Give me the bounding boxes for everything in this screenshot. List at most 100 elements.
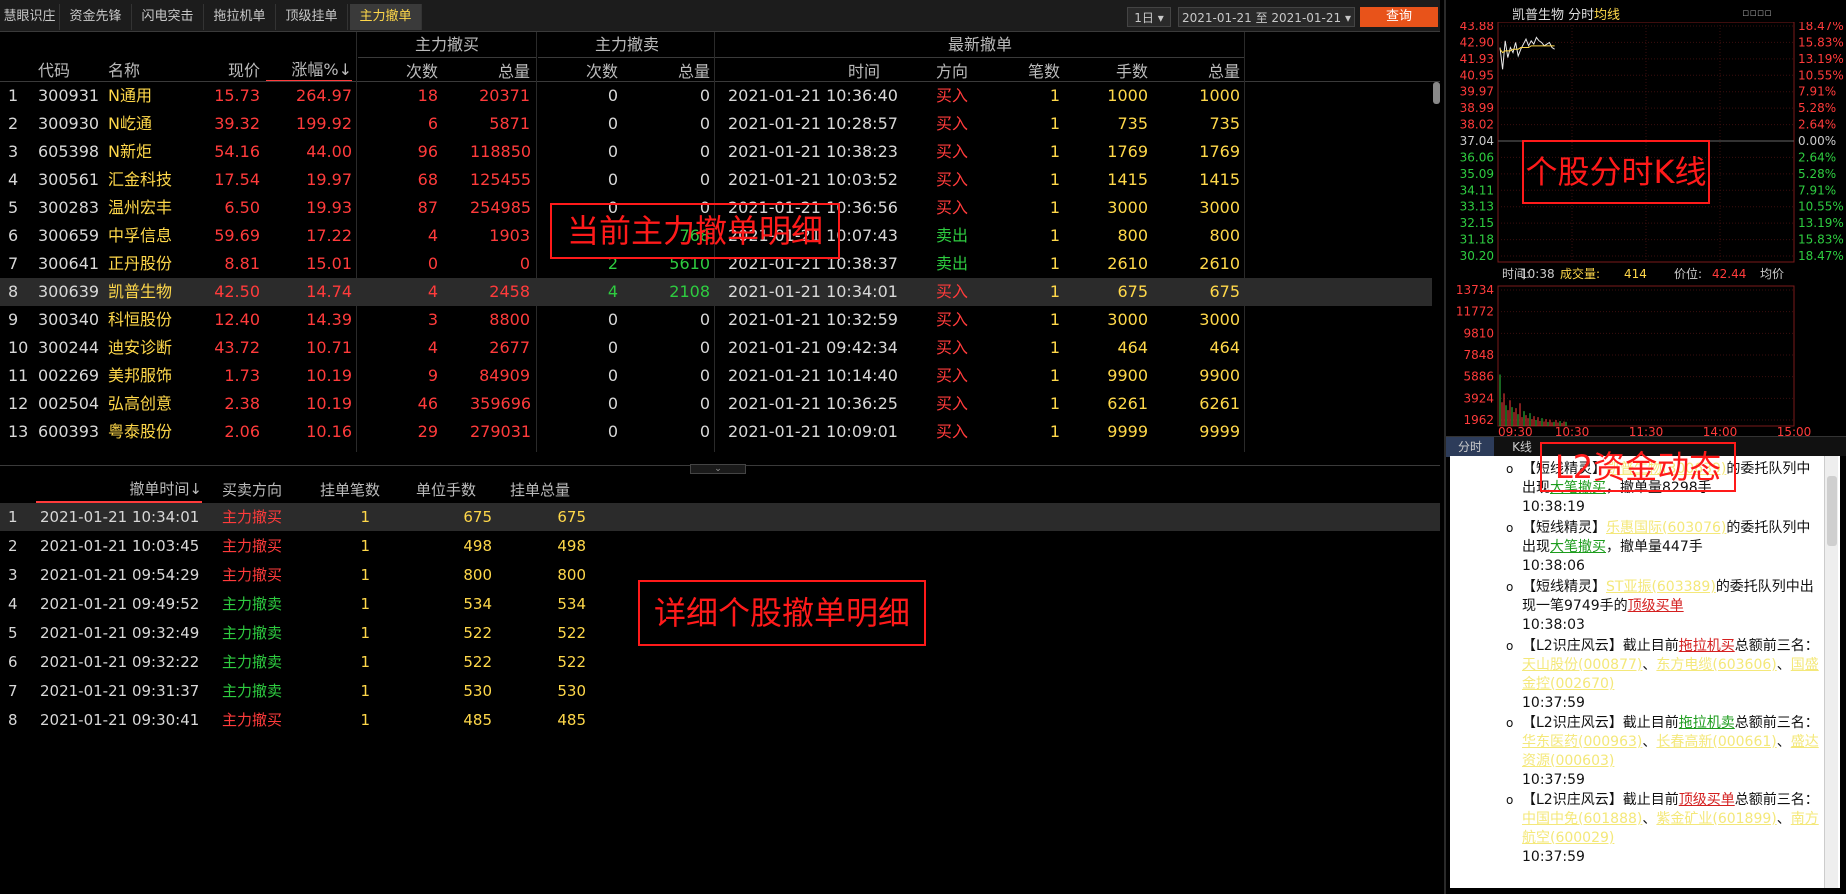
cell-tot: 3000 xyxy=(1199,310,1240,329)
cell-cnt: 1 xyxy=(1049,422,1060,441)
header-total[interactable]: 总量 xyxy=(1188,58,1240,81)
header-lots[interactable]: 手数 xyxy=(1098,58,1148,81)
detail-cell-unit: 522 xyxy=(463,653,492,671)
feed-tag: 【短线精灵】 xyxy=(1522,520,1606,536)
detail-cell-tot: 675 xyxy=(557,508,586,526)
table-row[interactable]: 10 300244 迪安诊断 43.72 10.71 4 2677 0 0 2021-01-21 … xyxy=(0,334,1432,362)
cell-tot: 464 xyxy=(1209,338,1240,357)
feed-scroll-thumb[interactable] xyxy=(1827,476,1837,546)
chart-info-avg_label: 均价 xyxy=(1760,267,1784,281)
table-row[interactable]: 8 300639 凯普生物 42.50 14.74 4 2458 4 2108 2021-01-2… xyxy=(0,278,1432,306)
time-tick-label: 10:30 xyxy=(1555,425,1590,436)
intraday-chart[interactable]: 43.88 18.47% 42.90 15.83% 41.93 13.19% 40.95 10… xyxy=(1446,22,1846,436)
detail-row[interactable]: 2 2021-01-21 10:03:45 主力撤买 1 498 498 xyxy=(0,532,1440,560)
table-row[interactable]: 11 002269 美邦服饰 1.73 10.19 9 84909 0 0 2021-01-21 … xyxy=(0,362,1432,390)
header-buy-count[interactable]: 次数 xyxy=(398,58,438,81)
feed-stock-link[interactable]: 长春高新(000661) xyxy=(1656,734,1776,750)
header-time[interactable]: 时间 xyxy=(840,58,880,81)
tab-zijinxianfeng[interactable]: 资金先锋 xyxy=(60,4,132,30)
detail-header-direction[interactable]: 买卖方向 xyxy=(222,475,298,503)
header-buy-volume[interactable]: 总量 xyxy=(470,58,530,81)
cell-code: 002504 xyxy=(38,394,100,413)
splitter-chevron-icon[interactable]: ⌄ xyxy=(690,464,746,474)
tab-tuolajidan[interactable]: 拖拉机单 xyxy=(204,4,276,30)
cell-tot: 3000 xyxy=(1199,198,1240,217)
price-tick-label: 40.95 xyxy=(1460,68,1494,82)
tab-intraday[interactable]: 分时 xyxy=(1446,437,1494,457)
date-range-picker[interactable]: 2021-01-21 至 2021-01-21 ▾ xyxy=(1178,7,1355,27)
pct-tick-label: 15.83% xyxy=(1798,233,1844,247)
cell-chg: 264.97 xyxy=(296,86,352,105)
cell-dir: 买入 xyxy=(936,366,969,385)
cell-idx: 12 xyxy=(8,394,29,413)
period-select[interactable]: 1日 ▾ xyxy=(1127,7,1171,27)
bullet-icon: o xyxy=(1506,793,1514,807)
cell-sn: 0 xyxy=(607,114,618,133)
detail-row[interactable]: 6 2021-01-21 09:32:22 主力撤卖 1 522 522 xyxy=(0,648,1440,676)
query-button[interactable]: 查询 xyxy=(1360,7,1438,27)
feed-stock-link[interactable]: 东方电缆(603606) xyxy=(1656,657,1776,673)
cell-bn: 87 xyxy=(417,198,438,217)
feed-keyword-link[interactable]: 拖拉机卖 xyxy=(1679,715,1735,731)
feed-keyword-link[interactable]: 拖拉机买 xyxy=(1679,638,1735,654)
detail-cell-tot: 522 xyxy=(557,653,586,671)
cell-bv: 20371 xyxy=(479,86,530,105)
feed-keyword-link[interactable]: 顶级买单 xyxy=(1628,598,1684,614)
cell-chg: 14.39 xyxy=(306,310,352,329)
tab-kline[interactable]: K线 xyxy=(1498,437,1546,457)
table-row[interactable]: 12 002504 弘高创意 2.38 10.19 46 359696 0 0 2021-01-2… xyxy=(0,390,1432,418)
chart-info-price: 42.44 xyxy=(1712,267,1746,281)
detail-cell-dir: 主力撤买 xyxy=(222,537,283,555)
header-direction[interactable]: 方向 xyxy=(936,58,976,81)
tab-dingjiguadan[interactable]: 顶级挂单 xyxy=(276,4,348,30)
cell-bn: 96 xyxy=(417,142,438,161)
cell-bv: 254985 xyxy=(470,198,532,217)
feed-stock-link[interactable]: 华东医药(000963) xyxy=(1522,734,1642,750)
feed-scrollbar[interactable] xyxy=(1824,456,1838,888)
feed-keyword-link[interactable]: 大笔撤买 xyxy=(1550,539,1606,555)
cell-name: 温州宏丰 xyxy=(108,198,173,217)
detail-header-unit-lots[interactable]: 单位手数 xyxy=(416,475,492,503)
tab-huiyanshizhuang[interactable]: 慧眼识庄 xyxy=(0,4,60,30)
table-scrollbar[interactable] xyxy=(1433,82,1440,104)
cell-cnt: 1 xyxy=(1049,86,1060,105)
table-row[interactable]: 13 600393 粤泰股份 2.06 10.16 29 279031 0 0 2021-01-2… xyxy=(0,418,1432,446)
table-row[interactable]: 4 300561 汇金科技 17.54 19.97 68 125455 0 0 2021-01-2… xyxy=(0,166,1432,194)
l2-fund-feed: o 【短线精灵】凯普生物(300639)的委托队列中出现大笔撤买，撤单量8298手… xyxy=(1450,456,1840,888)
feed-keyword-link[interactable]: 顶级买单 xyxy=(1679,792,1735,808)
detail-header-total[interactable]: 挂单总量 xyxy=(510,475,586,503)
table-row[interactable]: 3 605398 N新炬 54.16 44.00 96 118850 0 0 2021-01-21… xyxy=(0,138,1432,166)
feed-stock-link[interactable]: 紫金矿业(601899) xyxy=(1656,811,1776,827)
detail-row[interactable]: 8 2021-01-21 09:30:41 主力撤买 1 485 485 xyxy=(0,706,1440,734)
detail-cell-tot: 485 xyxy=(557,711,586,729)
table-row[interactable]: 2 300930 N屹通 39.32 199.92 6 5871 0 0 2021-01-21 1… xyxy=(0,110,1432,138)
feed-stock-link[interactable]: 中国中免(601888) xyxy=(1522,811,1642,827)
feed-text: 截止目前 xyxy=(1622,715,1679,731)
cell-price: 42.50 xyxy=(214,282,260,301)
pane-splitter[interactable]: ⌄ xyxy=(0,464,1440,474)
cell-name: 科恒股份 xyxy=(108,310,173,329)
tab-shandiantuji[interactable]: 闪电突击 xyxy=(132,4,204,30)
detail-header-order-count[interactable]: 挂单笔数 xyxy=(320,475,396,503)
feed-stock-link[interactable]: 乐惠国际(603076) xyxy=(1606,520,1726,536)
header-sell-count[interactable]: 次数 xyxy=(578,58,618,81)
cell-cnt: 1 xyxy=(1049,142,1060,161)
chart-info-price_label: 价位: xyxy=(1674,266,1702,281)
cell-price: 43.72 xyxy=(214,338,260,357)
pct-tick-label: 5.28% xyxy=(1798,167,1836,181)
tab-zhulichedan[interactable]: 主力撤单 xyxy=(350,4,422,30)
pct-tick-label: 5.28% xyxy=(1798,101,1836,115)
window-controls-icon[interactable]: ▫▫▫▫ xyxy=(1742,6,1772,19)
header-order-count[interactable]: 笔数 xyxy=(1020,58,1060,81)
table-row[interactable]: 9 300340 科恒股份 12.40 14.39 3 8800 0 0 2021-01-21 1… xyxy=(0,306,1432,334)
detail-row[interactable]: 1 2021-01-21 10:34:01 主力撤买 1 675 675 xyxy=(0,503,1440,531)
feed-stock-link[interactable]: 天山股份(000877) xyxy=(1522,657,1642,673)
table-row[interactable]: 1 300931 N通用 15.73 264.97 18 20371 0 0 2021-01-21… xyxy=(0,82,1432,110)
cell-sn: 0 xyxy=(607,338,618,357)
header-sell-volume[interactable]: 总量 xyxy=(650,58,710,81)
detail-header-time[interactable]: 撤单时间↓ xyxy=(36,475,202,503)
detail-cell-tot: 800 xyxy=(557,566,586,584)
cell-dir: 买入 xyxy=(936,338,969,357)
detail-row[interactable]: 7 2021-01-21 09:31:37 主力撤卖 1 530 530 xyxy=(0,677,1440,705)
feed-stock-link[interactable]: ST亚振(603389) xyxy=(1606,579,1716,595)
